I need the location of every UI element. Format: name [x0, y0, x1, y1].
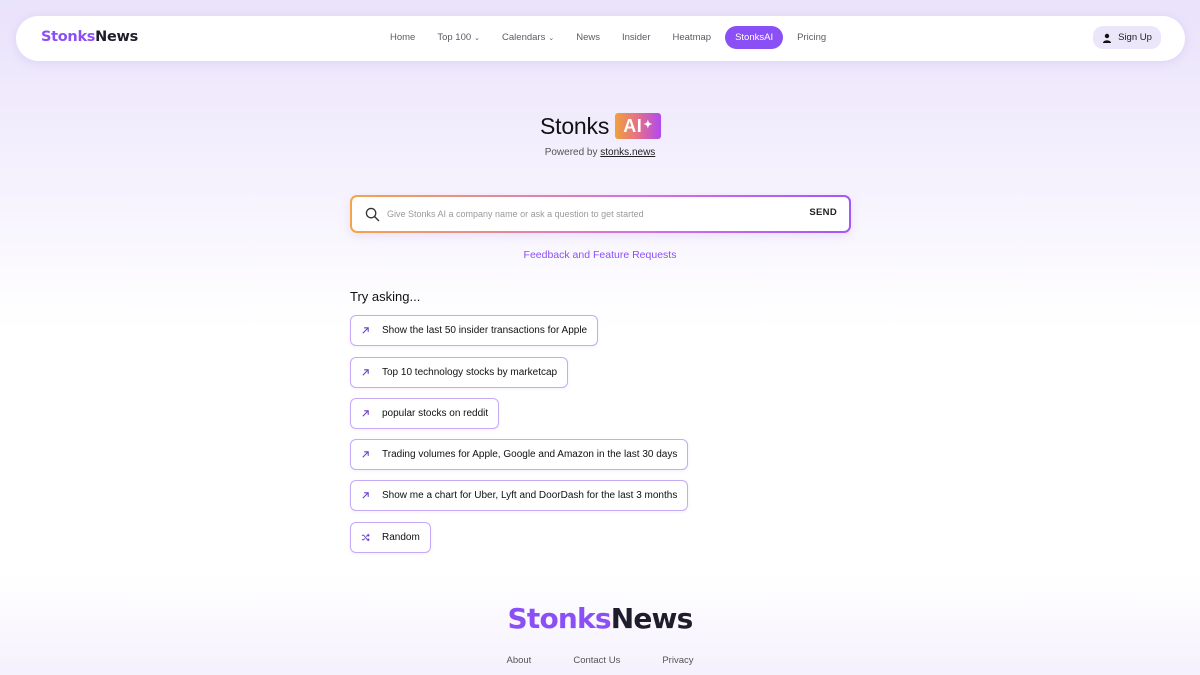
logo-part-stonks: Stonks [41, 29, 96, 45]
nav-item-stonksai[interactable]: StonksAI [725, 26, 784, 49]
nav-item-label: Pricing [797, 32, 827, 43]
footer-link-contact-us[interactable]: Contact Us [573, 655, 620, 666]
main-nav: Home Top 100 ⌄ Calendars ⌄ News Insider He… [382, 26, 840, 49]
suggestion-item[interactable]: Top 10 technology stocks by marketcap [350, 357, 569, 388]
hero-title-word: Stonks [540, 112, 610, 139]
send-button[interactable]: SEND [809, 207, 837, 218]
arrow-up-right-icon [362, 327, 369, 334]
shuffle-icon [361, 533, 370, 542]
powered-by-line: Powered by stonks.news [0, 147, 1200, 158]
search-icon [365, 207, 380, 222]
powered-by-text: Powered by [544, 147, 598, 158]
nav-item-label: StonksAI [735, 32, 774, 43]
suggestion-label: Random [382, 532, 420, 543]
arrow-up-right-icon [362, 451, 369, 458]
nav-item-home[interactable]: Home [382, 26, 423, 49]
nav-item-label: Top 100 [437, 32, 472, 43]
ai-badge: AI ✦ [615, 113, 662, 139]
arrow-up-right-icon [362, 410, 369, 417]
logo-part-news: News [610, 602, 694, 635]
logo-part-news: News [95, 29, 138, 45]
random-suggestion-button[interactable]: Random [350, 522, 431, 553]
nav-item-insider[interactable]: Insider [614, 26, 659, 49]
user-icon [1103, 33, 1112, 43]
top-navbar: StonksNews Home Top 100 ⌄ Calendars ⌄ News… [16, 16, 1185, 61]
suggestion-item[interactable]: Show me a chart for Uber, Lyft and DoorD… [350, 480, 689, 511]
nav-item-top-100[interactable]: Top 100 ⌄ [429, 26, 488, 49]
nav-item-heatmap[interactable]: Heatmap [665, 26, 720, 49]
logo-part-stonks: Stonks [507, 602, 612, 635]
nav-item-label: News [576, 32, 600, 43]
nav-item-label: Calendars [502, 32, 546, 43]
suggestion-label: popular stocks on reddit [382, 408, 489, 419]
nav-item-label: Heatmap [672, 32, 712, 43]
sign-up-button[interactable]: Sign Up [1093, 26, 1161, 49]
nav-item-label: Insider [621, 32, 651, 43]
footer-links: About Contact Us Privacy [0, 655, 1200, 666]
suggestion-label: Show the last 50 insider transactions fo… [382, 325, 588, 336]
stonksnews-logo[interactable]: StonksNews [41, 29, 138, 45]
sparkle-icon: ✦ [643, 119, 653, 131]
sign-up-label: Sign Up [1118, 32, 1152, 43]
nav-item-news[interactable]: News [568, 26, 608, 49]
suggestion-label: Top 10 technology stocks by marketcap [382, 367, 558, 378]
nav-item-label: Home [390, 32, 416, 43]
suggestion-item[interactable]: popular stocks on reddit [350, 398, 500, 429]
suggestion-item[interactable]: Trading volumes for Apple, Google and Am… [350, 439, 689, 470]
chevron-down-icon: ⌄ [548, 34, 555, 42]
footer-link-privacy[interactable]: Privacy [662, 655, 693, 666]
try-asking-title: Try asking... [350, 289, 421, 304]
footer-logo[interactable]: StonksNews [0, 602, 1200, 635]
search-input[interactable] [387, 203, 787, 225]
nav-item-pricing[interactable]: Pricing [789, 26, 834, 49]
search-box: SEND [350, 195, 851, 233]
suggestion-label: Show me a chart for Uber, Lyft and DoorD… [382, 490, 678, 501]
search-box-inner: SEND [352, 197, 849, 231]
hero-title: Stonks AI ✦ [540, 112, 662, 140]
feedback-link[interactable]: Feedback and Feature Requests [0, 249, 1200, 261]
powered-by-link[interactable]: stonks.news [600, 147, 655, 158]
arrow-up-right-icon [362, 369, 369, 376]
chevron-down-icon: ⌄ [474, 34, 481, 42]
nav-item-calendars[interactable]: Calendars ⌄ [494, 26, 562, 49]
suggestion-item[interactable]: Show the last 50 insider transactions fo… [350, 315, 599, 346]
arrow-up-right-icon [362, 492, 369, 499]
footer-link-about[interactable]: About [507, 655, 532, 666]
suggestion-label: Trading volumes for Apple, Google and Am… [382, 449, 678, 460]
ai-badge-text: AI [623, 115, 643, 136]
